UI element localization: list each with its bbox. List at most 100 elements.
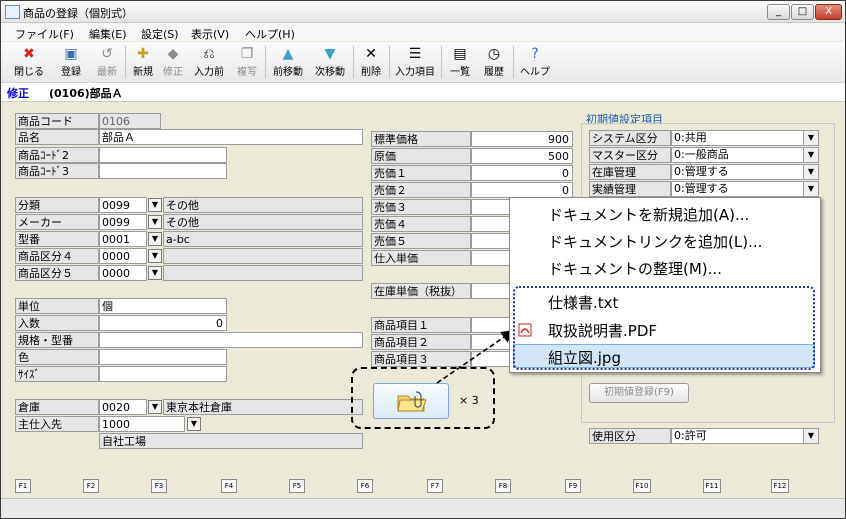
- product-code3-field[interactable]: [99, 163, 227, 179]
- category-label: 分類: [15, 197, 99, 213]
- model-dropdown-button[interactable]: ▼: [148, 232, 162, 246]
- model-label: 型番: [15, 231, 99, 247]
- next-tool-button[interactable]: ▼ 次移動: [311, 44, 349, 80]
- maker-code-field[interactable]: 0099: [99, 214, 147, 230]
- menu-settings[interactable]: 設定(S): [141, 26, 179, 42]
- default-select-results[interactable]: 0:管理する ▼: [671, 181, 819, 197]
- fkey-f11[interactable]: F11: [703, 479, 721, 493]
- chevron-down-icon: ▼: [803, 131, 818, 145]
- warehouse-dropdown-button[interactable]: ▼: [148, 400, 162, 414]
- size-field[interactable]: [99, 366, 227, 382]
- save-icon: ▣: [64, 46, 78, 62]
- delete-tool-button[interactable]: ✕ 削除: [357, 44, 385, 80]
- tool-label: 削除: [361, 67, 381, 78]
- price-field-sell2[interactable]: 0: [471, 182, 573, 198]
- minimize-button[interactable]: _: [767, 4, 790, 20]
- supplier-dropdown-button[interactable]: ▼: [187, 417, 201, 431]
- history-tool-button[interactable]: ◷ 履歴: [479, 44, 509, 80]
- prev-tool-button[interactable]: ▲ 前移動: [269, 44, 307, 80]
- new-tool-button[interactable]: ✚ 新規: [129, 44, 157, 80]
- menu-help[interactable]: ヘルプ(H): [245, 26, 295, 42]
- class4-code-field[interactable]: 0000: [99, 248, 147, 264]
- close-button[interactable]: X: [815, 4, 842, 20]
- stock-price-field[interactable]: [471, 283, 511, 299]
- class5-dropdown-button[interactable]: ▼: [148, 266, 162, 280]
- menu-item-add-link[interactable]: ドキュメントリンクを追加(L)...: [548, 231, 762, 252]
- product-code2-label: 商品ｺｰﾄﾞ2: [15, 147, 99, 163]
- usage-label: 使用区分: [589, 428, 671, 444]
- model-code-field[interactable]: 0001: [99, 231, 147, 247]
- model-name: a-bc: [163, 231, 363, 247]
- supplier-code-field[interactable]: 1000: [99, 416, 185, 432]
- default-select-stock[interactable]: 0:管理する ▼: [671, 164, 819, 180]
- fkey-f10[interactable]: F10: [633, 479, 651, 493]
- tool-label: 閉じる: [14, 67, 44, 78]
- fkey-f1[interactable]: F1: [15, 479, 31, 493]
- spec-field[interactable]: [99, 332, 363, 348]
- file-item-manual[interactable]: 取扱説明書.PDF: [548, 320, 657, 341]
- copy-tool-button[interactable]: ❐ 複写: [233, 44, 261, 80]
- product-code2-field[interactable]: [99, 147, 227, 163]
- fkey-f6[interactable]: F6: [357, 479, 373, 493]
- price-field-standard[interactable]: 900: [471, 131, 573, 147]
- default-select-system[interactable]: 0:共用 ▼: [671, 130, 819, 146]
- fkey-f7[interactable]: F7: [427, 479, 443, 493]
- arrow-up-icon: ▲: [282, 46, 294, 62]
- class5-name: [163, 265, 363, 281]
- color-field[interactable]: [99, 349, 227, 365]
- save-tool-button[interactable]: ▣ 登録: [55, 44, 87, 80]
- warehouse-code-field[interactable]: 0020: [99, 399, 147, 415]
- price-field-sell1[interactable]: 0: [471, 165, 573, 181]
- input-items-tool-button[interactable]: ☰ 入力項目: [393, 44, 437, 80]
- class4-name: [163, 248, 363, 264]
- fkey-f5[interactable]: F5: [289, 479, 305, 493]
- fkey-f9[interactable]: F9: [565, 479, 581, 493]
- qty-field[interactable]: 0: [99, 315, 227, 331]
- new-icon: ✚: [137, 46, 149, 62]
- category-dropdown-button[interactable]: ▼: [148, 198, 162, 212]
- fkey-f4[interactable]: F4: [221, 479, 237, 493]
- fkey-f8[interactable]: F8: [495, 479, 511, 493]
- maker-dropdown-button[interactable]: ▼: [148, 215, 162, 229]
- help-tool-button[interactable]: ? ヘルプ: [517, 44, 553, 80]
- price-field-purchase[interactable]: [471, 250, 511, 266]
- product-name-field[interactable]: 部品Ａ: [99, 129, 363, 145]
- revert-tool-button[interactable]: ⎌ 入力前: [191, 44, 227, 80]
- menu-view[interactable]: 表示(V): [191, 26, 229, 42]
- menu-file[interactable]: ファイル(F): [15, 26, 74, 42]
- menu-edit[interactable]: 編集(E): [89, 26, 127, 42]
- default-select-master[interactable]: 0:一般商品 ▼: [671, 147, 819, 163]
- menu-item-add-document[interactable]: ドキュメントを新規追加(A)...: [548, 204, 749, 225]
- supplier-name: 自社工場: [99, 433, 363, 449]
- chevron-down-icon: ▼: [803, 165, 818, 179]
- close-tool-button[interactable]: ✖ 閉じる: [9, 44, 49, 80]
- toolbar-separator: [353, 46, 354, 78]
- class5-code-field[interactable]: 0000: [99, 265, 147, 281]
- price-field-sell5[interactable]: [471, 233, 511, 249]
- file-item-spec[interactable]: 仕様書.txt: [548, 292, 618, 313]
- color-label: 色: [15, 349, 99, 365]
- list-tool-button[interactable]: ▤ 一覧: [445, 44, 475, 80]
- class4-dropdown-button[interactable]: ▼: [148, 249, 162, 263]
- latest-tool-button[interactable]: ↺ 最新: [91, 44, 123, 80]
- qty-label: 入数: [15, 315, 99, 331]
- product-code-field[interactable]: 0106: [99, 113, 161, 129]
- fkey-f2[interactable]: F2: [83, 479, 99, 493]
- menu-item-organize[interactable]: ドキュメントの整理(M)...: [548, 258, 722, 279]
- fkey-f3[interactable]: F3: [151, 479, 167, 493]
- price-field-sell3[interactable]: [471, 199, 511, 215]
- register-defaults-button[interactable]: 初期値登録(F9): [589, 383, 689, 403]
- file-item-drawing[interactable]: 組立図.jpg: [548, 347, 621, 368]
- default-label-stock: 在庫管理: [589, 164, 671, 180]
- tool-label: 新規: [133, 67, 153, 78]
- maximize-button[interactable]: □: [791, 4, 814, 20]
- price-field-sell4[interactable]: [471, 216, 511, 232]
- category-code-field[interactable]: 0099: [99, 197, 147, 213]
- usage-select[interactable]: 0:許可 ▼: [671, 428, 819, 444]
- unit-field[interactable]: 個: [99, 298, 227, 314]
- fkey-f12[interactable]: F12: [771, 479, 789, 493]
- default-label-system: システム区分: [589, 130, 671, 146]
- edit-tool-button[interactable]: ◆ 修正: [159, 44, 187, 80]
- input-items-icon: ☰: [408, 46, 422, 62]
- price-field-cost[interactable]: 500: [471, 148, 573, 164]
